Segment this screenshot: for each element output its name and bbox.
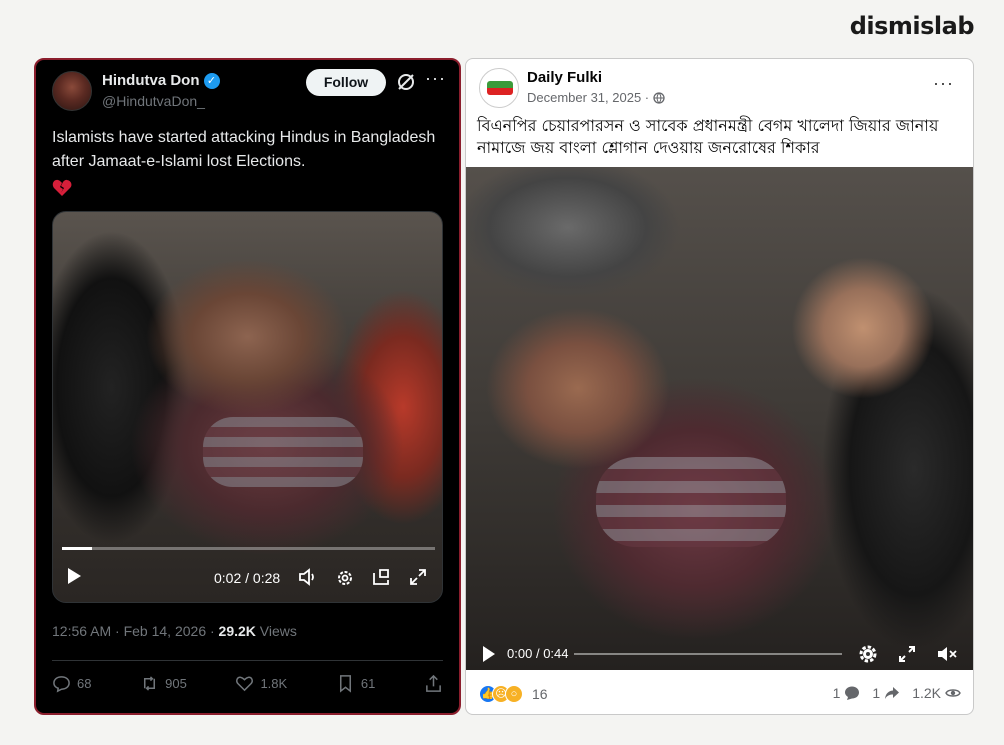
reaction-icons: 👍 ☹ ○ bbox=[479, 685, 523, 703]
page-avatar[interactable] bbox=[479, 68, 519, 108]
play-icon[interactable] bbox=[483, 646, 495, 662]
bookmark-button[interactable]: 61 bbox=[336, 674, 375, 693]
video-time-separator: / bbox=[245, 570, 250, 586]
video-time-separator: / bbox=[535, 646, 540, 661]
expand-icon[interactable] bbox=[898, 645, 916, 663]
reply-icon bbox=[53, 676, 70, 693]
reply-button[interactable]: 68 bbox=[52, 674, 91, 693]
bookmark-count: 61 bbox=[360, 676, 376, 691]
video-frame-detail bbox=[203, 417, 363, 487]
video-progress-bar[interactable] bbox=[62, 547, 435, 550]
like-button[interactable]: 1.8K bbox=[235, 674, 287, 693]
video-time: 0:02 / 0:28 bbox=[214, 570, 280, 586]
share-button[interactable] bbox=[424, 674, 443, 693]
heart-icon bbox=[236, 676, 254, 692]
reactions-count: 16 bbox=[532, 686, 548, 702]
grok-icon[interactable] bbox=[396, 72, 416, 92]
reply-count: 68 bbox=[77, 676, 92, 691]
views-stat: 1.2K bbox=[912, 685, 961, 701]
more-options-icon[interactable]: ··· bbox=[425, 68, 446, 89]
shares-count: 1 bbox=[872, 685, 881, 701]
video-current-time: 0:02 bbox=[214, 570, 242, 586]
video-progress-bar[interactable] bbox=[574, 653, 842, 655]
comments-stat[interactable]: 1 bbox=[833, 685, 861, 701]
bookmark-icon bbox=[339, 675, 351, 693]
views-count: 1.2K bbox=[912, 685, 941, 701]
tweet-author[interactable]: Hindutva Don ✓ bbox=[102, 72, 220, 89]
video-duration: 0:28 bbox=[252, 570, 281, 586]
broken-heart-icon bbox=[52, 179, 72, 196]
more-options-icon[interactable]: ··· bbox=[933, 73, 954, 94]
post-video[interactable]: 0:00 / 0:44 bbox=[466, 167, 973, 670]
page-logo-icon bbox=[487, 81, 513, 95]
post-stats: 1 1 1.2K bbox=[833, 685, 961, 701]
video-current-time: 0:00 bbox=[507, 646, 533, 661]
repost-count: 905 bbox=[165, 676, 187, 691]
volume-icon[interactable] bbox=[298, 568, 318, 586]
settings-gear-icon[interactable] bbox=[857, 643, 879, 665]
video-progress-fill bbox=[62, 547, 92, 550]
tweet-actions: 68 905 1.8K 61 bbox=[52, 674, 443, 693]
wow-reaction-icon: ○ bbox=[505, 685, 523, 703]
comment-icon bbox=[845, 686, 860, 700]
picture-in-picture-icon[interactable] bbox=[371, 567, 391, 587]
comments-count: 1 bbox=[832, 685, 841, 701]
post-meta: December 31, 2025 · bbox=[527, 90, 665, 105]
repost-button[interactable]: 905 bbox=[140, 674, 187, 693]
settings-gear-icon[interactable] bbox=[335, 568, 355, 588]
tweet-text: Islamists have started attacking Hindus … bbox=[52, 129, 436, 170]
eye-icon bbox=[945, 689, 961, 697]
display-name[interactable]: Hindutva Don bbox=[102, 72, 200, 89]
tweet-card: Hindutva Don ✓ @HindutvaDon_ Follow ··· … bbox=[34, 58, 461, 715]
fullscreen-icon[interactable] bbox=[408, 567, 428, 587]
tweet-video[interactable]: 0:02 / 0:28 bbox=[52, 211, 443, 603]
video-frame-detail bbox=[596, 457, 786, 547]
views-count: 29.2K bbox=[218, 623, 256, 639]
share-arrow-icon bbox=[885, 687, 900, 699]
video-time: 0:00 / 0:44 bbox=[507, 646, 569, 661]
like-count: 1.8K bbox=[260, 676, 288, 691]
tweet-timestamp[interactable]: 12:56 AM · Feb 14, 2026 · bbox=[52, 623, 215, 639]
post-text: বিএনপির চেয়ারপারসন ও সাবেক প্রধানমন্ত্র… bbox=[477, 116, 939, 157]
repost-icon bbox=[144, 676, 156, 691]
brand-logo: dismislab bbox=[849, 12, 975, 40]
shares-stat[interactable]: 1 bbox=[872, 685, 900, 701]
page-name[interactable]: Daily Fulki bbox=[527, 69, 602, 86]
post-date[interactable]: December 31, 2025 · bbox=[527, 90, 649, 105]
avatar[interactable] bbox=[52, 71, 92, 111]
verified-badge-icon: ✓ bbox=[203, 72, 220, 89]
divider bbox=[52, 660, 443, 661]
globe-icon bbox=[653, 91, 665, 104]
share-icon bbox=[426, 674, 441, 692]
handle[interactable]: @HindutvaDon_ bbox=[102, 93, 205, 109]
tweet-meta: 12:56 AM · Feb 14, 2026 · 29.2K Views bbox=[52, 623, 297, 639]
facebook-post-card: Daily Fulki December 31, 2025 · ··· বিএন… bbox=[465, 58, 974, 715]
play-icon[interactable] bbox=[68, 568, 81, 584]
reactions-summary[interactable]: 👍 ☹ ○ 16 bbox=[479, 685, 548, 703]
follow-button[interactable]: Follow bbox=[306, 69, 386, 96]
mute-icon[interactable] bbox=[936, 644, 958, 664]
views-label: Views bbox=[259, 623, 297, 639]
video-duration: 0:44 bbox=[543, 646, 569, 661]
